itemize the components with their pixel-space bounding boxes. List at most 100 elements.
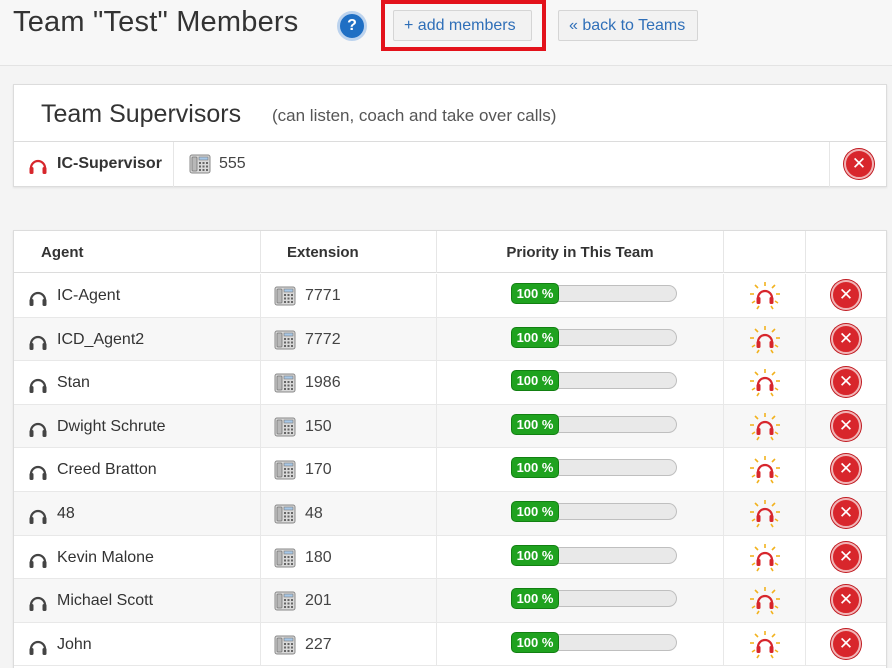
phone-icon [274, 635, 296, 655]
page-title: Team "Test" Members [13, 6, 299, 38]
supervisors-subtitle: (can listen, coach and take over calls) [272, 106, 557, 125]
supervisor-name: IC-Supervisor [57, 155, 162, 172]
delete-cell: ✕ [806, 579, 886, 622]
supervisor-toggle-cell [724, 274, 806, 317]
supervisor-toggle-cell [724, 448, 806, 491]
phone-icon [274, 373, 296, 393]
delete-cell: ✕ [806, 492, 886, 535]
supervisor-extension: 555 [219, 155, 246, 172]
agent-name: Dwight Schrute [57, 417, 166, 435]
remove-agent-button[interactable]: ✕ [831, 410, 861, 441]
agents-table: Agent Extension Priority in This Team IC… [13, 230, 887, 668]
column-agent[interactable]: Agent [14, 231, 261, 273]
headset-icon [29, 291, 47, 306]
remove-agent-button[interactable]: ✕ [831, 454, 861, 485]
phone-icon [274, 286, 296, 306]
delete-cell: ✕ [806, 318, 886, 361]
phone-icon [189, 154, 211, 174]
make-supervisor-icon[interactable] [749, 368, 781, 398]
agent-name: ICD_Agent2 [57, 330, 145, 348]
supervisor-delete-cell: ✕ [829, 142, 886, 187]
headset-icon [29, 509, 47, 524]
make-supervisor-icon[interactable] [749, 543, 781, 573]
remove-agent-button[interactable]: ✕ [831, 280, 861, 310]
agent-name: Michael Scott [57, 592, 154, 610]
priority-cell: 100 % [437, 579, 724, 622]
agent-name: John [57, 635, 92, 653]
priority-value[interactable]: 100 % [511, 326, 559, 348]
priority-cell: 100 % [437, 535, 724, 579]
agent-name-cell: Michael Scott [14, 579, 261, 622]
table-row: ICD_Agent2 7772 100 % ✕ [14, 317, 886, 362]
agent-extension-cell: 201 [261, 579, 437, 622]
supervisors-title: Team Supervisors [41, 100, 242, 128]
agents-table-header: Agent Extension Priority in This Team [14, 231, 886, 273]
priority-value[interactable]: 100 % [511, 370, 559, 392]
make-supervisor-icon[interactable] [749, 325, 781, 355]
priority-value[interactable]: 100 % [511, 501, 559, 522]
phone-icon [274, 460, 296, 480]
agent-extension: 180 [305, 548, 332, 566]
add-members-button[interactable]: + add members [393, 10, 532, 41]
supervisor-row: IC-Supervisor 555 ✕ [14, 141, 886, 187]
agent-name-cell: Creed Bratton [14, 448, 261, 491]
agent-extension: 227 [305, 635, 332, 653]
remove-agent-button[interactable]: ✕ [831, 367, 861, 398]
column-priority[interactable]: Priority in This Team [437, 231, 724, 273]
headset-icon [29, 466, 47, 481]
delete-cell: ✕ [806, 274, 886, 317]
table-row: Creed Bratton 170 100 % ✕ [14, 448, 886, 492]
supervisor-toggle-cell [724, 492, 806, 535]
agent-extension: 7771 [305, 287, 341, 304]
agent-name: IC-Agent [57, 287, 121, 304]
make-supervisor-icon[interactable] [749, 412, 781, 442]
back-to-teams-button[interactable]: « back to Teams [558, 10, 698, 41]
help-icon[interactable]: ? [337, 11, 367, 41]
agent-name-cell: IC-Agent [14, 274, 261, 317]
agent-extension-cell: 150 [261, 404, 437, 448]
priority-value[interactable]: 100 % [511, 283, 559, 304]
priority-cell: 100 % [437, 448, 724, 491]
agent-name-cell: Dwight Schrute [14, 404, 261, 448]
priority-value[interactable]: 100 % [511, 457, 559, 479]
make-supervisor-icon[interactable] [749, 499, 781, 529]
agent-extension-cell: 227 [261, 622, 437, 666]
priority-value[interactable]: 100 % [511, 413, 559, 435]
make-supervisor-icon[interactable] [749, 586, 781, 616]
table-row: IC-Agent 7771 100 % ✕ [14, 274, 886, 318]
table-row: Dwight Schrute 150 100 % ✕ [14, 404, 886, 449]
agent-name-cell: Stan [14, 361, 261, 404]
priority-cell: 100 % [437, 622, 724, 666]
agent-extension: 48 [305, 505, 323, 522]
priority-value[interactable]: 100 % [511, 544, 559, 566]
make-supervisor-icon[interactable] [749, 281, 781, 311]
agent-name: 48 [57, 505, 75, 522]
delete-cell: ✕ [806, 405, 886, 448]
remove-agent-button[interactable]: ✕ [831, 541, 861, 572]
supervisor-toggle-cell [724, 535, 806, 579]
table-row: Michael Scott 201 100 % ✕ [14, 579, 886, 623]
remove-agent-button[interactable]: ✕ [831, 323, 861, 354]
headset-icon [29, 379, 47, 394]
agent-extension: 170 [305, 461, 332, 479]
table-row: Kevin Malone 180 100 % ✕ [14, 535, 886, 580]
priority-value[interactable]: 100 % [511, 588, 559, 610]
delete-cell: ✕ [806, 448, 886, 491]
supervisor-toggle-cell [724, 361, 806, 404]
make-supervisor-icon[interactable] [749, 630, 781, 660]
agent-extension-cell: 180 [261, 535, 437, 579]
priority-cell: 100 % [437, 317, 724, 361]
agent-name-cell: Kevin Malone [14, 535, 261, 579]
headset-icon [29, 553, 47, 568]
make-supervisor-icon[interactable] [749, 455, 781, 485]
delete-cell: ✕ [806, 536, 886, 579]
agent-name-cell: 48 [14, 492, 261, 535]
remove-supervisor-button[interactable]: ✕ [844, 149, 874, 179]
column-extension[interactable]: Extension [261, 231, 437, 273]
agent-extension: 201 [305, 592, 332, 610]
remove-agent-button[interactable]: ✕ [831, 628, 861, 659]
remove-agent-button[interactable]: ✕ [831, 585, 861, 616]
remove-agent-button[interactable]: ✕ [831, 498, 861, 528]
table-row: 48 48 100 % ✕ [14, 492, 886, 536]
priority-value[interactable]: 100 % [511, 631, 559, 653]
